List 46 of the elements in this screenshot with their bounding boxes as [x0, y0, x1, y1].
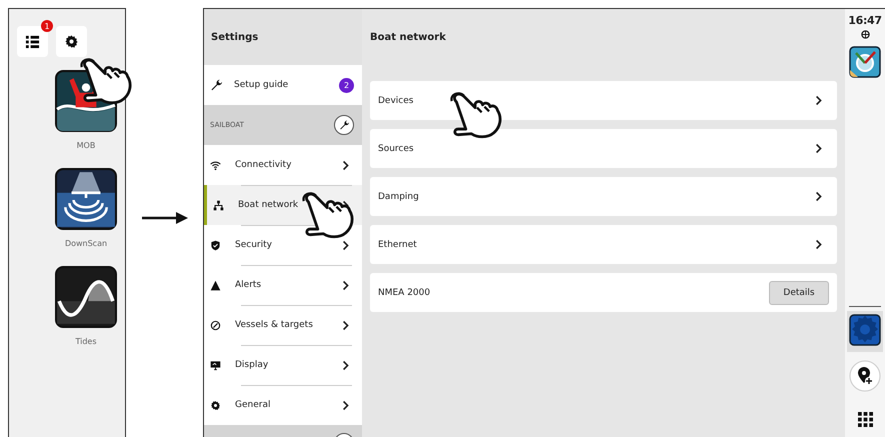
settings-button[interactable] — [56, 26, 87, 57]
wifi-icon — [210, 160, 221, 170]
row-label: Sources — [378, 144, 414, 154]
row-label: Devices — [378, 96, 414, 106]
menu-item[interactable]: Security — [207, 225, 362, 265]
details-button[interactable]: Details — [769, 280, 829, 304]
menu-item[interactable]: Display — [207, 345, 362, 385]
menu-item[interactable]: Vessels & targets — [207, 305, 362, 345]
right-arrow-icon — [142, 212, 188, 224]
add-waypoint-button[interactable] — [849, 360, 881, 392]
app-label: DownScan — [64, 239, 108, 248]
shield-icon — [210, 240, 221, 250]
notification-badge: 1 — [41, 20, 53, 32]
downscan-app-icon[interactable] — [55, 168, 117, 230]
row-label: NMEA 2000 — [378, 288, 430, 298]
monitor-icon — [210, 360, 221, 370]
row-label: Ethernet — [378, 240, 417, 250]
globe-icon — [860, 30, 870, 39]
menu-item[interactable]: General — [207, 385, 362, 425]
settings-row[interactable]: Sources — [370, 129, 837, 168]
tides-app-icon[interactable] — [55, 266, 117, 328]
settings-row[interactable]: Ethernet — [370, 225, 837, 264]
gear-icon — [210, 400, 221, 410]
clock: 16:47 — [848, 14, 882, 27]
app-grid-button[interactable] — [858, 412, 872, 427]
gauge-icon — [210, 320, 221, 330]
row-label: Damping — [378, 192, 419, 202]
count-badge: 2 — [339, 78, 354, 92]
settings-row[interactable]: Devices — [370, 81, 837, 120]
settings-row[interactable]: Damping — [370, 177, 837, 216]
warning-icon — [210, 280, 221, 290]
settings-app-icon[interactable] — [849, 314, 881, 346]
network-icon — [213, 200, 224, 210]
wrench-button[interactable] — [334, 115, 354, 135]
settings-title: Settings — [204, 9, 362, 65]
settings-icon — [64, 34, 79, 49]
menu-item[interactable]: Connectivity — [207, 145, 362, 185]
page-title: Boat network — [370, 30, 447, 44]
app-label: MOB — [76, 141, 96, 150]
wrench-icon — [339, 120, 349, 130]
wrench-icon — [210, 79, 222, 91]
list-icon — [25, 34, 40, 49]
menu-item[interactable]: Alerts — [207, 265, 362, 305]
setup-guide-item[interactable]: Setup guide 2 — [204, 65, 362, 105]
app-label: Tides — [75, 337, 97, 346]
compass-app-icon[interactable] — [849, 46, 881, 78]
